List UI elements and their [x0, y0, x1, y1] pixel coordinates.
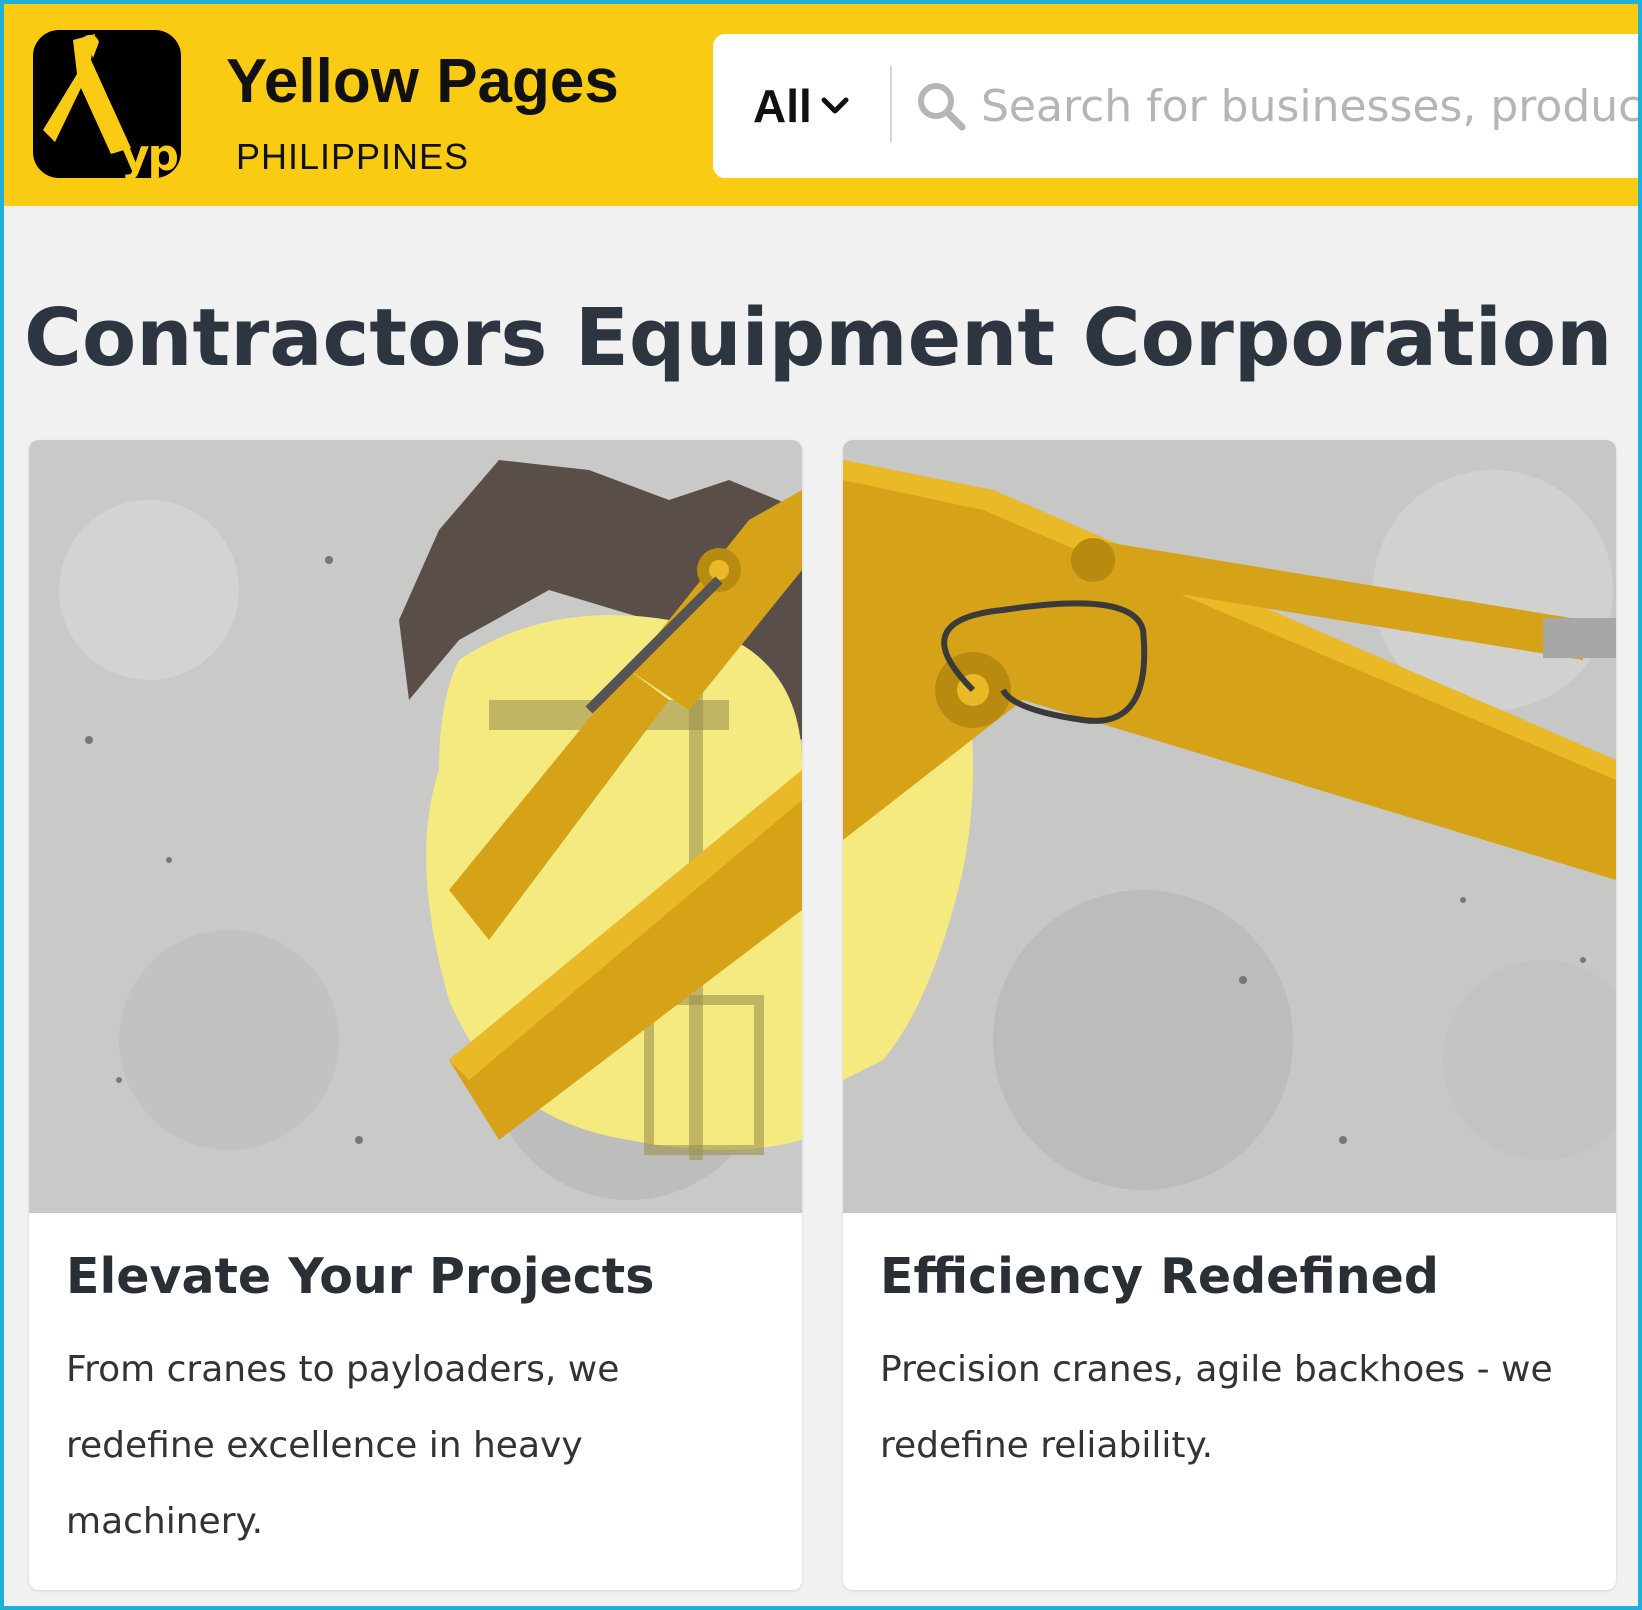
- feature-card[interactable]: Efficiency Redefined Precision cranes, a…: [843, 440, 1616, 1590]
- card-title: Efficiency Redefined: [880, 1248, 1439, 1305]
- brand-subtitle: PHILIPPINES: [236, 136, 470, 177]
- feature-card[interactable]: Elevate Your Projects From cranes to pay…: [29, 440, 802, 1590]
- card-description: Precision cranes, agile backhoes - we re…: [880, 1349, 1553, 1466]
- search-icon[interactable]: [915, 80, 967, 132]
- search-input[interactable]: [981, 74, 1642, 138]
- search-scope-label: All: [753, 80, 812, 132]
- chevron-down-icon: [821, 97, 849, 114]
- page-title: Contractors Equipment Corporation: [24, 292, 1613, 384]
- search-bar: All: [713, 34, 1642, 178]
- excavator-boom-concrete-wall-image: [843, 440, 1616, 1213]
- logo-yp-text: yp: [120, 130, 179, 178]
- excavator-arm-through-concrete-image: [29, 440, 802, 1213]
- site-header: yp Yellow Pages PHILIPPINES All: [4, 4, 1642, 206]
- card-title: Elevate Your Projects: [66, 1248, 655, 1305]
- card-description: From cranes to payloaders, we redefine e…: [66, 1349, 620, 1542]
- search-divider: [890, 66, 892, 142]
- search-scope-dropdown[interactable]: All: [753, 34, 850, 178]
- brand-name[interactable]: Yellow Pages: [226, 46, 619, 117]
- yellow-pages-logo[interactable]: yp: [33, 30, 181, 178]
